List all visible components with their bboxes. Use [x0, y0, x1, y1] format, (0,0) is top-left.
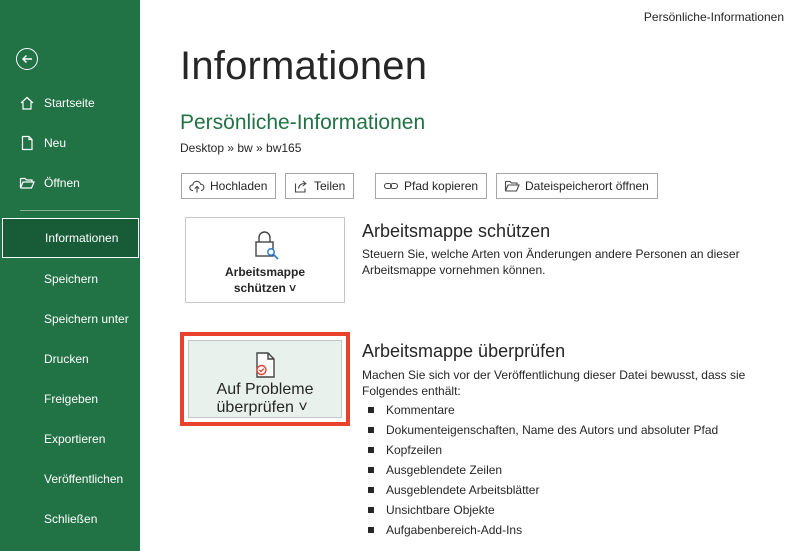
document-name: Persönliche-Informationen [180, 111, 426, 134]
bullet-icon [368, 487, 374, 493]
sidebar-item-informationen[interactable]: Informationen [2, 218, 139, 258]
list-item-text: Aufgabenbereich-Add-Ins [386, 523, 523, 537]
sidebar-item-label: Neu [44, 136, 67, 150]
sidebar-item-veroeffentlichen[interactable]: Veröffentlichen [0, 459, 140, 499]
sidebar-item-label: Informationen [45, 231, 119, 245]
list-item: Kopfzeilen [368, 440, 718, 460]
list-item: Aufgabenbereich-Add-Ins [368, 520, 718, 540]
highlight-frame: Auf Probleme überprüfen ˅ [180, 332, 350, 426]
inspect-items-list: Kommentare Dokumenteigenschaften, Name d… [368, 400, 718, 540]
sidebar-item-label: Exportieren [44, 432, 106, 446]
copy-path-button[interactable]: Pfad kopieren [375, 173, 488, 199]
bullet-icon [368, 467, 374, 473]
protect-label-line2: schützen ˅ [233, 281, 297, 295]
protect-workbook-label: Arbeitsmappe schützen ˅ [225, 264, 305, 296]
sidebar-item-label: Freigeben [44, 392, 99, 406]
share-icon [294, 180, 307, 193]
sidebar-item-label: Speichern [44, 272, 99, 286]
share-button[interactable]: Teilen [285, 173, 355, 199]
list-item: Ausgeblendete Arbeitsblätter [368, 480, 718, 500]
list-item-text: Kommentare [386, 403, 455, 417]
lock-key-icon [255, 231, 279, 260]
check-for-issues-label: Auf Probleme überprüfen ˅ [217, 381, 314, 417]
backstage-sidebar: Startseite Neu Öffnen Informationen Spei… [0, 0, 140, 551]
list-item-text: Ausgeblendete Arbeitsblätter [386, 483, 540, 497]
bullet-icon [368, 447, 374, 453]
inspect-section-description: Machen Sie sich vor der Veröffentlichung… [362, 368, 746, 398]
list-item-text: Ausgeblendete Zeilen [386, 463, 503, 477]
arrow-left-circle-icon [21, 54, 32, 64]
check-label-line2: überprüfen ˅ [216, 399, 308, 416]
sidebar-item-startseite[interactable]: Startseite [0, 83, 140, 123]
sidebar-item-label: Veröffentlichen [44, 472, 124, 486]
list-item-text: Dokumenteigenschaften, Name des Autors u… [386, 423, 719, 437]
back-button[interactable] [16, 48, 38, 70]
home-icon [20, 96, 34, 110]
sidebar-item-freigeben[interactable]: Freigeben [0, 379, 140, 419]
share-button-label: Teilen [314, 179, 346, 193]
open-folder-icon [19, 177, 35, 189]
sidebar-item-speichern[interactable]: Speichern [0, 259, 140, 299]
open-file-location-button[interactable]: Dateispeicherort öffnen [496, 173, 658, 199]
sidebar-item-neu[interactable]: Neu [0, 123, 140, 163]
protect-section-title: Arbeitsmappe schützen [362, 221, 551, 241]
bullet-icon [368, 507, 374, 513]
check-label-line1: Auf Probleme [216, 381, 314, 398]
list-item: Unsichtbare Objekte [368, 500, 718, 520]
sidebar-divider [20, 210, 120, 211]
window-title: Persönliche-Informationen [643, 10, 784, 24]
protect-label-line1: Arbeitsmappe [224, 265, 306, 279]
document-check-icon [256, 352, 275, 378]
inspect-section-title: Arbeitsmappe überprüfen [362, 341, 566, 361]
breadcrumb: Desktop » bw » bw165 [180, 141, 302, 155]
sidebar-item-speichern-unter[interactable]: Speichern unter [0, 299, 140, 339]
protect-workbook-button[interactable]: Arbeitsmappe schützen ˅ [185, 217, 345, 303]
check-for-issues-button[interactable]: Auf Probleme überprüfen ˅ [188, 340, 342, 418]
sidebar-item-label: Startseite [44, 96, 95, 110]
copy-path-button-label: Pfad kopieren [404, 179, 479, 193]
sidebar-item-label: Drucken [44, 352, 89, 366]
list-item: Kommentare [368, 400, 718, 420]
sidebar-item-oeffnen[interactable]: Öffnen [0, 163, 140, 203]
folder-icon [504, 180, 520, 192]
cloud-upload-icon [189, 180, 205, 193]
bullet-icon [368, 407, 374, 413]
bullet-icon [368, 527, 374, 533]
list-item-text: Unsichtbare Objekte [386, 503, 495, 517]
list-item: Dokumenteigenschaften, Name des Autors u… [368, 420, 718, 440]
link-icon [383, 182, 399, 190]
open-file-location-label: Dateispeicherort öffnen [525, 179, 649, 193]
list-item: Ausgeblendete Zeilen [368, 460, 718, 480]
page-title: Informationen [180, 44, 428, 88]
protect-section-description: Steuern Sie, welche Arten von Änderungen… [362, 247, 740, 277]
sidebar-item-schliessen[interactable]: Schließen [0, 499, 140, 539]
sidebar-item-label: Öffnen [44, 176, 80, 190]
sidebar-item-drucken[interactable]: Drucken [0, 339, 140, 379]
list-item-text: Kopfzeilen [386, 443, 443, 457]
upload-button-label: Hochladen [210, 179, 268, 193]
sidebar-item-label: Schließen [44, 512, 98, 526]
bullet-icon [368, 427, 374, 433]
new-document-icon [21, 135, 33, 151]
upload-button[interactable]: Hochladen [181, 173, 277, 199]
sidebar-item-exportieren[interactable]: Exportieren [0, 419, 140, 459]
sidebar-item-label: Speichern unter [44, 312, 129, 326]
